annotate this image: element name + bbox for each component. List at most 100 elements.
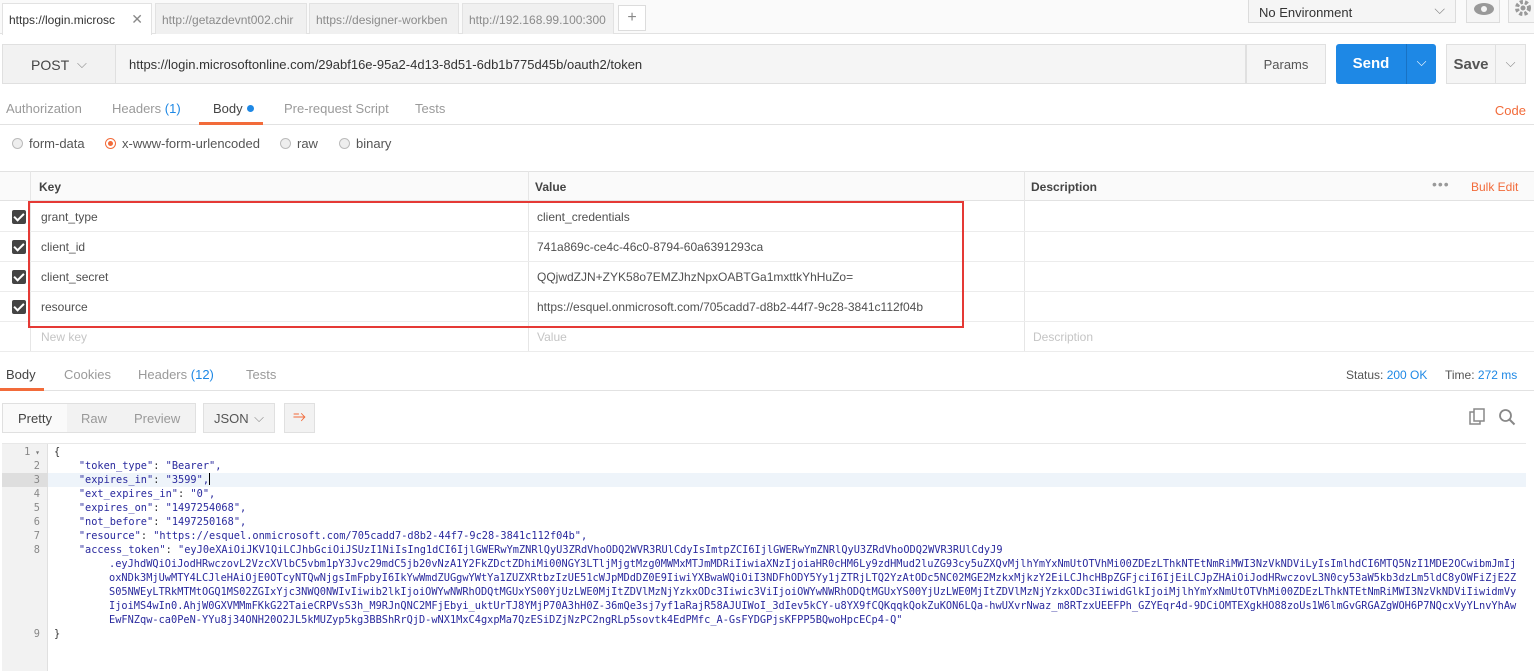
line-number: 4 [33,488,40,500]
line-number: 6 [33,516,40,528]
line-number: 7 [33,530,40,542]
manage-environments-button[interactable] [1508,0,1534,23]
save-options-button[interactable]: ⌵ [1496,44,1526,84]
radio-label: x-www-form-urlencoded [122,136,260,151]
column-value: Value [535,180,567,194]
code-line-wrapped: .eyJhdWQiOiJodHRwczovL2VzcXVlbC5vbm1pY3J… [109,558,1517,626]
more-options-icon[interactable]: ••• [1432,176,1450,192]
row-checkbox[interactable] [12,240,26,254]
tab-label: https://login.microsc [9,13,116,27]
request-tab-2[interactable]: http://getazdevnt002.chir [155,3,307,34]
tab-response-headers[interactable]: Headers (12) [138,367,214,382]
radio-label: raw [297,136,318,151]
time-label: Time: [1445,368,1475,382]
response-body-editor[interactable]: 1 ▾ 2 3 4 5 6 7 8 9 { "token_type": "Bea… [2,443,1526,671]
method-select[interactable]: POST ⌵ [2,44,116,84]
row-checkbox[interactable] [12,300,26,314]
radio-circle-icon [12,138,23,149]
row-checkbox[interactable] [12,270,26,284]
tab-body-label: Body [213,101,243,116]
url-text: https://login.microsoftonline.com/29abf1… [129,57,643,72]
view-mode-group: Pretty Raw Preview [2,403,196,433]
code-line: } [54,628,61,640]
row-checkbox[interactable] [12,210,26,224]
wrap-lines-button[interactable]: ⥱ [284,403,315,433]
request-tab-4[interactable]: http://192.168.99.100:300 [462,3,614,34]
radio-circle-icon [280,138,291,149]
radio-binary[interactable]: binary [339,136,391,151]
active-tab-indicator [199,122,263,125]
new-tab-button[interactable]: + [618,5,646,31]
line-number: 9 [33,628,40,640]
chevron-down-icon: ⌵ [254,410,264,425]
code-link[interactable]: Code [1495,103,1526,118]
tab-headers-count: (1) [164,101,181,116]
environment-label: No Environment [1259,5,1353,20]
raw-button[interactable]: Raw [81,411,107,426]
new-description-input[interactable]: Description [1033,330,1093,344]
radio-x-www-form-urlencoded[interactable]: x-www-form-urlencoded [105,136,260,151]
tab-response-headers-count: (12) [190,367,214,382]
preview-button[interactable]: Preview [134,411,180,426]
environment-quick-look-button[interactable] [1466,0,1500,23]
tab-headers[interactable]: Headers (1) [112,101,181,116]
code-line: "ext_expires_in": "0", [78,488,216,500]
time-readout: Time: 272 ms [1445,368,1517,382]
tab-tests[interactable]: Tests [415,101,445,116]
tab-pre-request-script[interactable]: Pre-request Script [284,101,389,116]
close-icon[interactable]: ✕ [131,11,143,28]
line-number: 5 [33,502,40,514]
active-line-highlight [48,473,1526,487]
send-options-button[interactable]: ⌵ [1406,44,1436,84]
status-label: Status: [1346,368,1384,382]
status-readout: Status: 200 OK [1346,368,1427,382]
fold-arrow-icon[interactable]: ▾ [30,448,40,457]
tab-cookies[interactable]: Cookies [64,367,111,382]
table-header: Key Value Description ••• Bulk Edit [0,171,1534,201]
tab-label: http://192.168.99.100:300 [469,13,606,27]
environment-select[interactable]: No Environment ⌵ [1248,0,1456,23]
code-line: "token_type": "Bearer", [78,460,222,472]
code-line: "expires_on": "1497254068", [78,502,247,514]
send-button[interactable]: Send [1336,44,1406,84]
save-button[interactable]: Save [1446,44,1496,84]
highlight-annotation-box [28,201,964,328]
tab-headers-label: Headers [112,101,162,116]
copy-icon[interactable] [1467,408,1487,428]
response-tabs: Body Cookies Headers (12) Tests Status: … [0,358,1534,391]
text-cursor [209,473,211,485]
tab-response-body[interactable]: Body [6,367,36,382]
chevron-down-icon: ⌵ [1505,55,1516,70]
code-line: "not_before": "1497250168", [78,516,247,528]
code-line: "expires_in": "3599", [78,473,211,486]
radio-label: form-data [29,136,85,151]
format-label: JSON [214,411,249,426]
tab-test-results[interactable]: Tests [246,367,276,382]
plus-icon: + [627,9,637,26]
tab-authorization[interactable]: Authorization [6,101,82,116]
column-key: Key [39,180,62,194]
method-label: POST [31,57,70,73]
radio-selected-icon [105,138,116,149]
params-button[interactable]: Params [1246,44,1326,84]
radio-label: binary [356,136,392,151]
modified-dot-icon [246,105,254,112]
pretty-button[interactable]: Pretty [18,411,52,426]
url-input[interactable]: https://login.microsoftonline.com/29abf1… [116,44,1246,84]
request-tab-3[interactable]: https://designer-workben [309,3,459,34]
gear-icon [1515,0,1531,16]
new-key-input[interactable]: New key [41,330,87,344]
tab-body[interactable]: Body [213,101,254,116]
eye-icon [1474,3,1494,15]
request-tab-1[interactable]: https://login.microsc ✕ [2,3,152,35]
bulk-edit-link[interactable]: Bulk Edit [1471,180,1518,194]
wrap-icon: ⥱ [293,408,306,425]
radio-raw[interactable]: raw [280,136,318,151]
radio-form-data[interactable]: form-data [12,136,85,151]
search-icon[interactable] [1497,408,1517,428]
chevron-down-icon: ⌵ [1434,1,1445,17]
tab-label: https://designer-workben [316,13,448,27]
format-select[interactable]: JSON ⌵ [203,403,275,433]
line-number: 2 [33,460,40,472]
new-value-input[interactable]: Value [537,330,567,344]
